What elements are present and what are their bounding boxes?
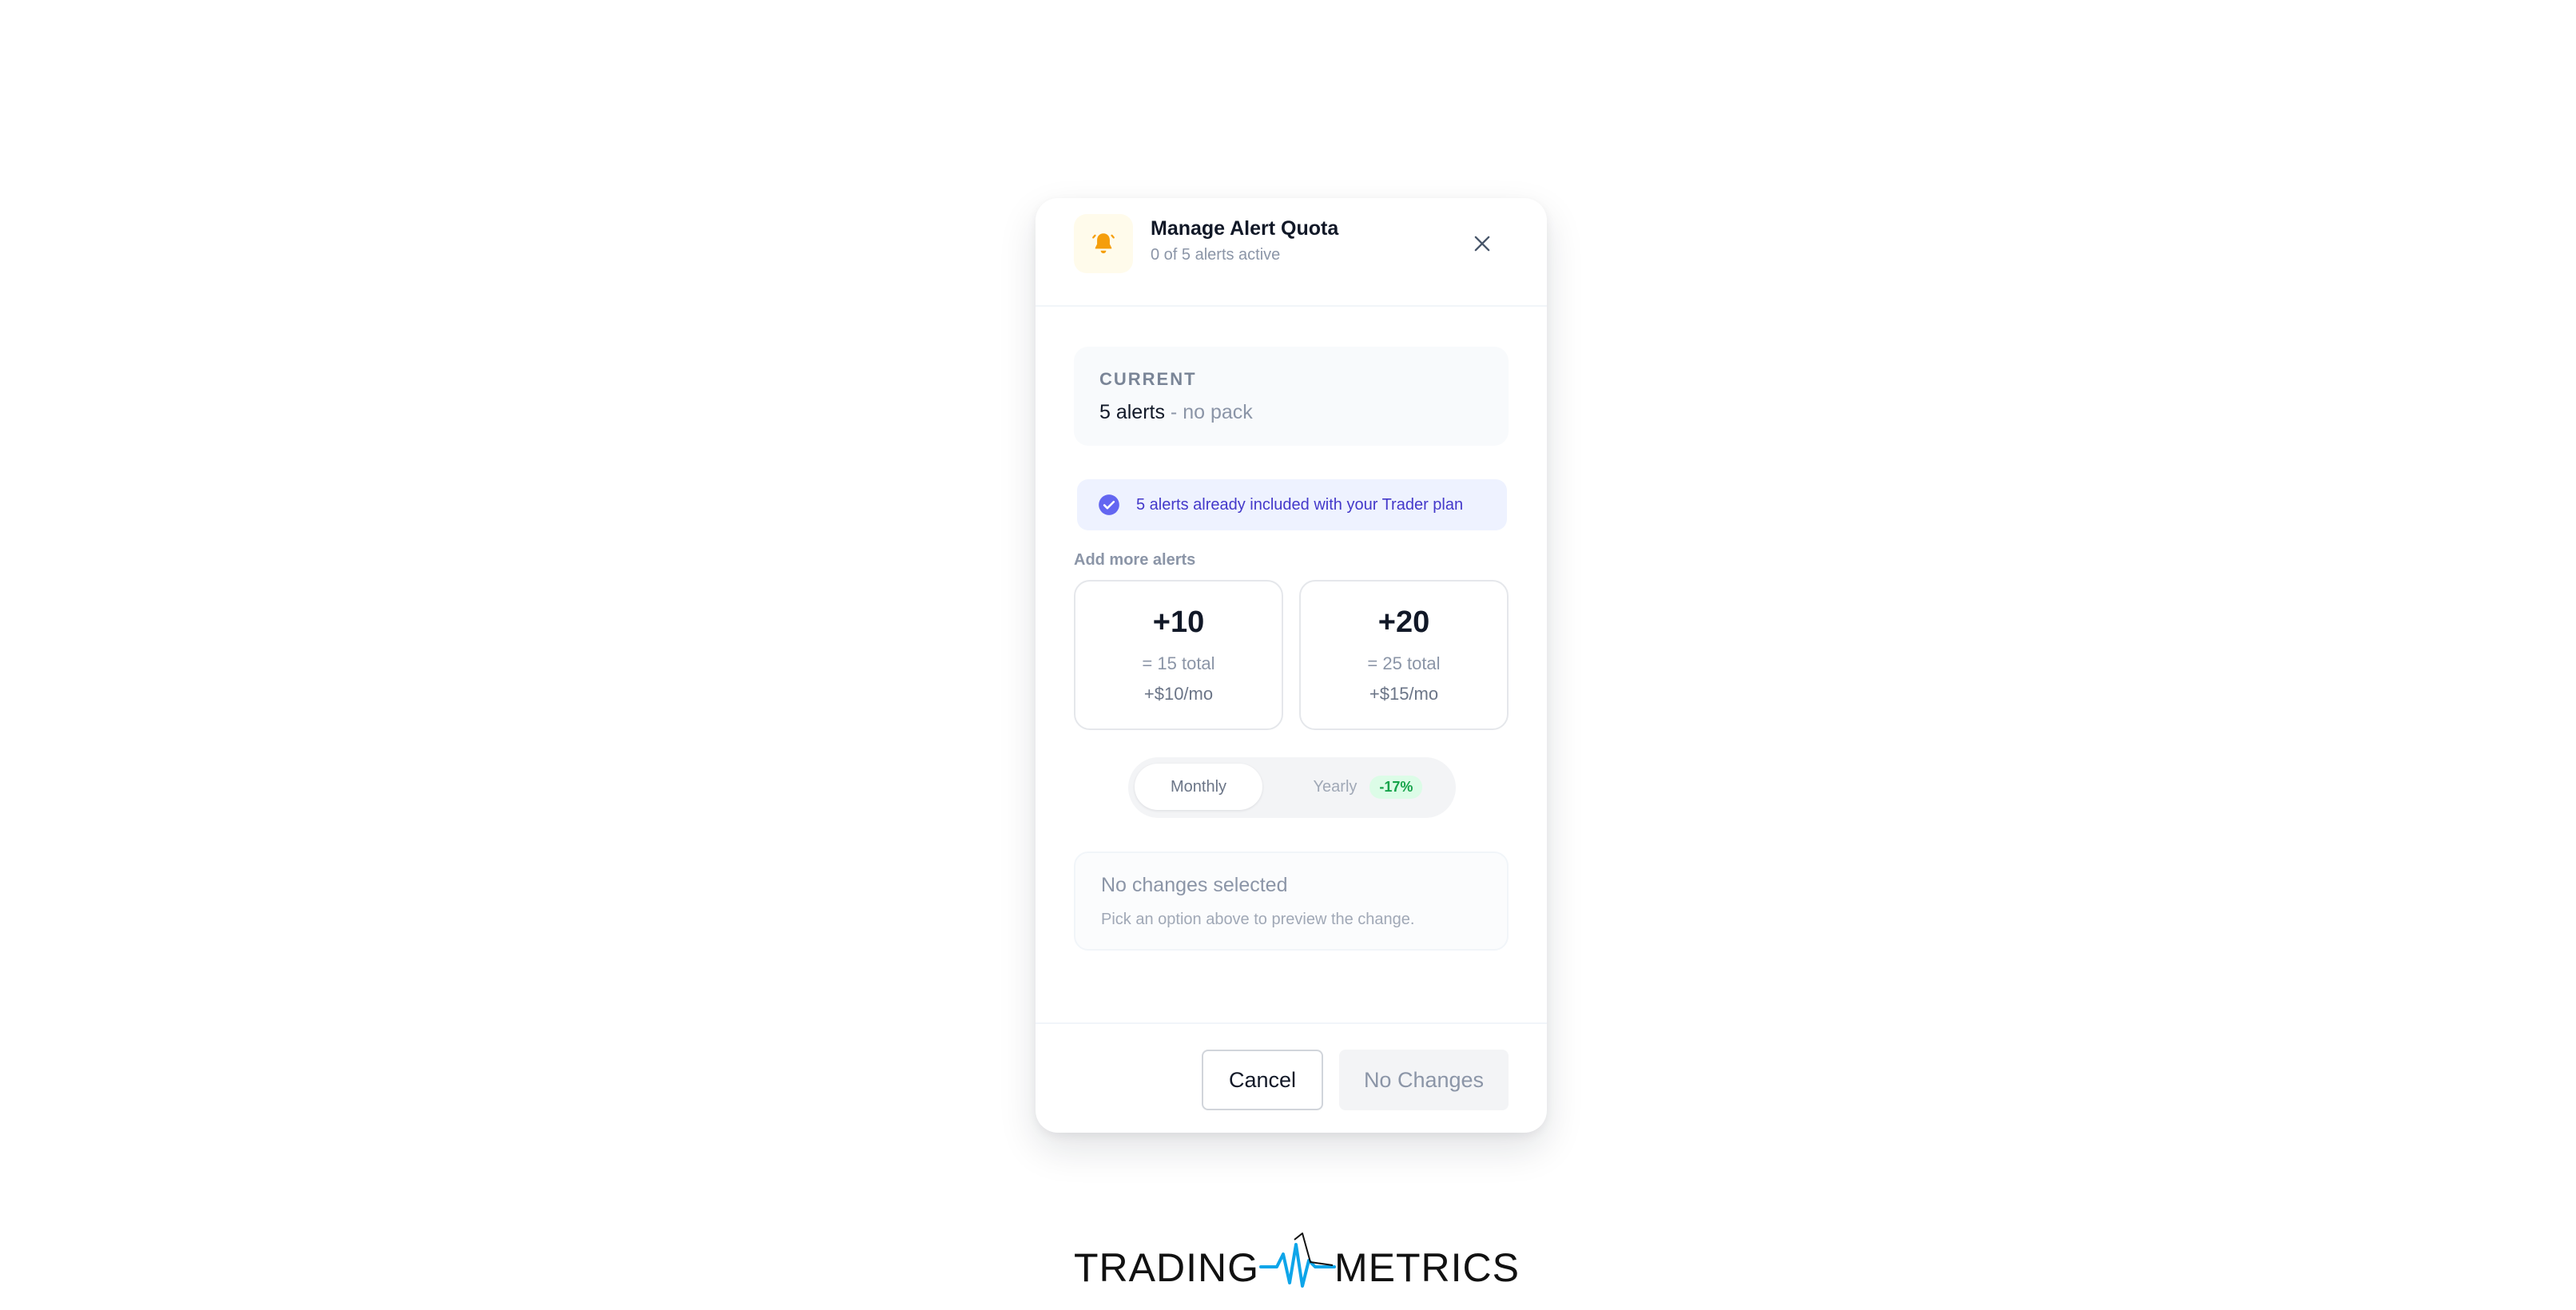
- bell-icon: [1074, 214, 1133, 273]
- brand-name-right: METRICS: [1334, 1245, 1520, 1290]
- modal-header: Manage Alert Quota 0 of 5 alerts active: [1036, 198, 1547, 307]
- modal-subtitle: 0 of 5 alerts active: [1151, 246, 1281, 264]
- close-button[interactable]: [1461, 222, 1504, 265]
- brand-name-left: TRADING: [1074, 1245, 1259, 1290]
- preview-title: No changes selected: [1101, 874, 1288, 896]
- cancel-button[interactable]: Cancel: [1202, 1050, 1323, 1110]
- modal-footer: Cancel No Changes: [1036, 1022, 1547, 1133]
- pack-price: +$10/mo: [1143, 684, 1214, 704]
- modal-title: Manage Alert Quota: [1151, 217, 1339, 240]
- billing-yearly-option[interactable]: Yearly -17%: [1288, 764, 1448, 810]
- pulse-wave-icon: [1259, 1233, 1336, 1288]
- brand-logo: TRADING METRICS: [1074, 1230, 1521, 1294]
- pack-option-20[interactable]: +20 = 25 total +$15/mo: [1299, 580, 1509, 730]
- included-alerts-text: 5 alerts already included with your Trad…: [1136, 495, 1464, 514]
- pack-option-10[interactable]: +10 = 15 total +$10/mo: [1074, 580, 1283, 730]
- pack-price: +$15/mo: [1369, 684, 1439, 704]
- change-preview-panel: No changes selected Pick an option above…: [1074, 852, 1509, 951]
- add-more-alerts-label: Add more alerts: [1074, 551, 1196, 569]
- yearly-discount-badge: -17%: [1369, 775, 1423, 799]
- check-circle-icon: [1099, 494, 1119, 515]
- included-alerts-banner: 5 alerts already included with your Trad…: [1077, 479, 1507, 530]
- current-pack-status: - no pack: [1164, 401, 1253, 423]
- current-quota-card: CURRENT 5 alerts - no pack: [1074, 347, 1509, 446]
- current-alert-count: 5 alerts: [1099, 401, 1165, 423]
- billing-period-toggle: Monthly Yearly -17%: [1128, 757, 1456, 818]
- pack-amount: +10: [1152, 605, 1205, 639]
- pack-total: = 25 total: [1367, 653, 1441, 673]
- pack-amount: +20: [1377, 605, 1430, 639]
- confirm-button[interactable]: No Changes: [1339, 1050, 1509, 1110]
- manage-alert-quota-modal: Manage Alert Quota 0 of 5 alerts active …: [1036, 198, 1547, 1133]
- billing-monthly-option[interactable]: Monthly: [1135, 764, 1262, 810]
- close-icon: [1474, 236, 1490, 252]
- billing-yearly-label: Yearly: [1313, 777, 1358, 796]
- current-label: CURRENT: [1099, 369, 1197, 389]
- pack-total: = 15 total: [1142, 653, 1215, 673]
- current-value: 5 alerts - no pack: [1099, 401, 1253, 424]
- preview-description: Pick an option above to preview the chan…: [1101, 911, 1415, 928]
